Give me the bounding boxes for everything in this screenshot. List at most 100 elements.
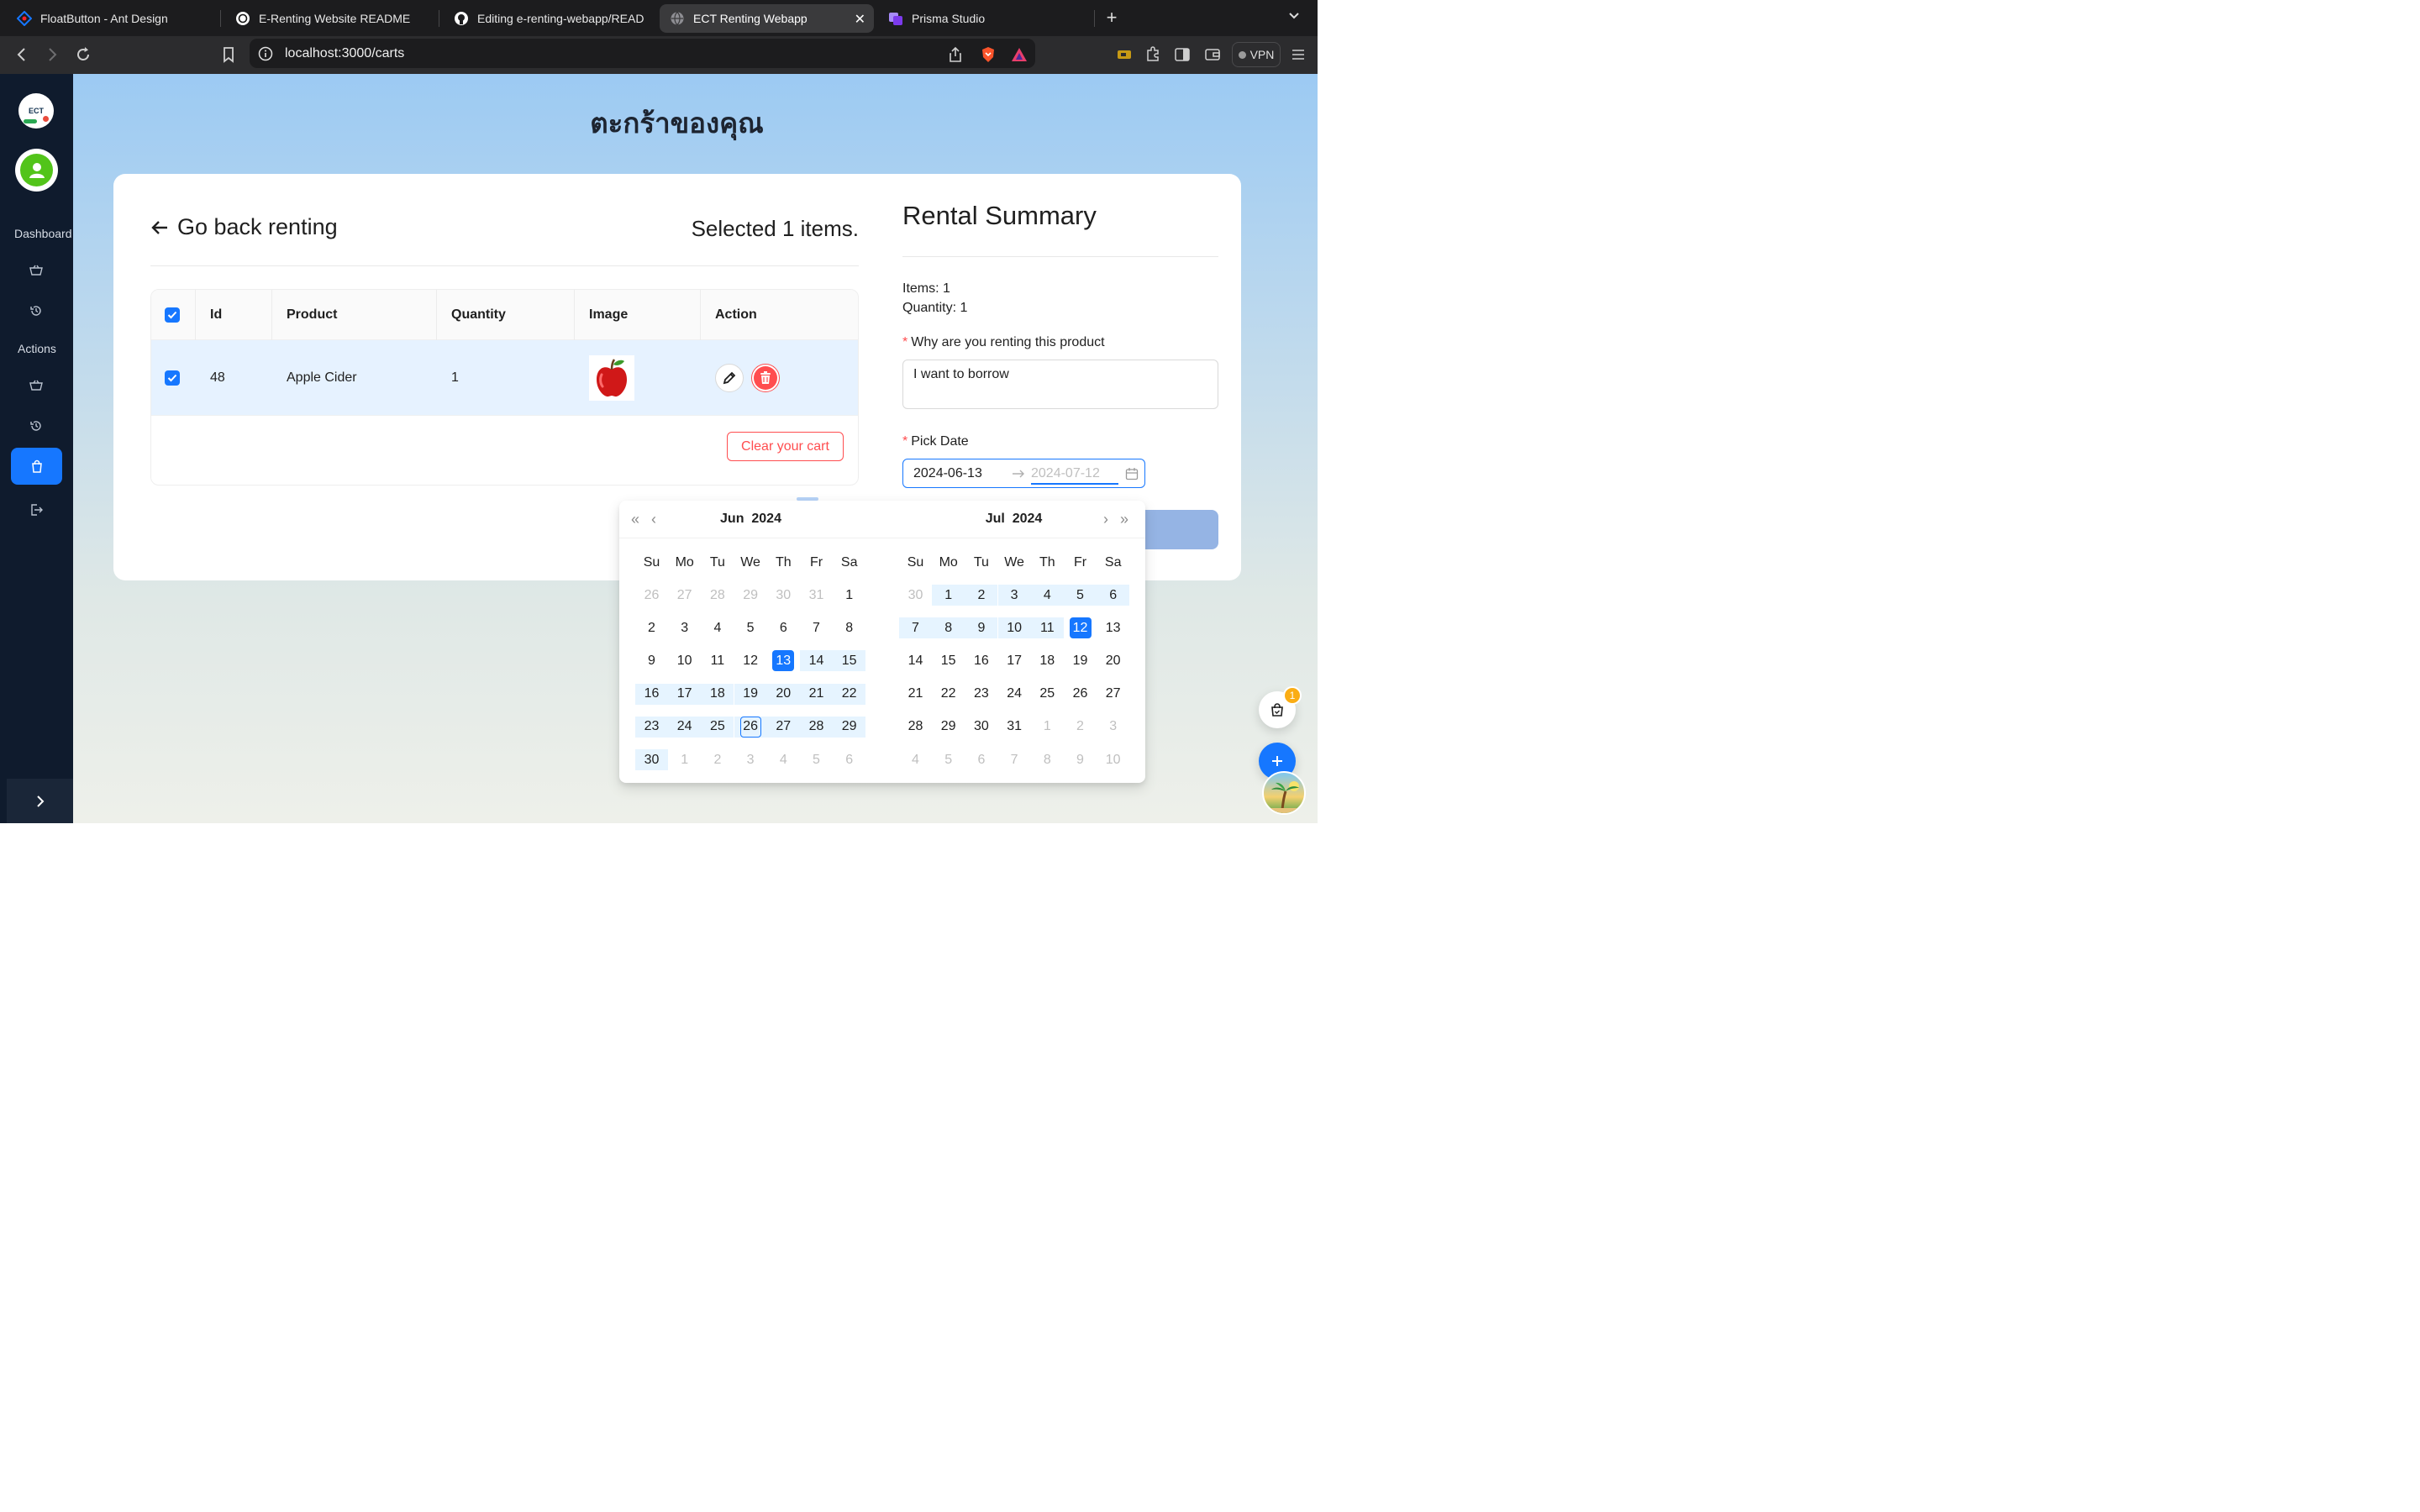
calendar-day[interactable]: 10 — [997, 612, 1031, 644]
sidebar-item-cart[interactable] — [11, 448, 62, 485]
calendar-day[interactable]: 14 — [899, 644, 932, 677]
extension-icon[interactable] — [1116, 46, 1133, 63]
calendar-day[interactable]: 6 — [767, 612, 800, 644]
calendar-day[interactable]: 2 — [965, 579, 998, 612]
calendar-day[interactable]: 24 — [668, 711, 702, 743]
bookmark-icon[interactable] — [218, 45, 239, 65]
calendar-day[interactable]: 26 — [734, 711, 767, 743]
left-month[interactable]: Jun — [720, 512, 744, 527]
calendar-day[interactable]: 28 — [800, 711, 833, 743]
sidebar-collapse-button[interactable] — [7, 779, 73, 823]
calendar-day[interactable]: 29 — [833, 711, 866, 743]
menu-icon[interactable] — [1290, 46, 1307, 63]
calendar-day[interactable]: 11 — [1030, 612, 1064, 644]
tab-ect-renting[interactable]: ECT Renting Webapp ✕ — [660, 4, 874, 33]
calendar-day[interactable]: 29 — [932, 711, 965, 743]
calendar-day[interactable]: 10 — [1097, 743, 1129, 776]
column-header-action[interactable]: Action — [715, 290, 757, 339]
calendar-day[interactable]: 6 — [965, 743, 997, 776]
extensions-puzzle-icon[interactable] — [1144, 46, 1161, 63]
wallet-icon[interactable] — [1204, 46, 1221, 63]
calendar-day[interactable]: 21 — [899, 678, 932, 711]
confirm-rent-button[interactable] — [1144, 510, 1218, 549]
calendar-day[interactable]: 13 — [767, 644, 800, 677]
calendar-day[interactable]: 30 — [767, 579, 800, 612]
history-icon[interactable] — [28, 417, 45, 434]
column-header-id[interactable]: Id — [210, 290, 222, 339]
tab-readme[interactable]: E-Renting Website README — [225, 4, 435, 33]
calendar-day[interactable]: 5 — [1064, 579, 1097, 612]
tab-prisma-studio[interactable]: Prisma Studio — [878, 4, 1088, 33]
clear-cart-button[interactable]: Clear your cart — [727, 432, 844, 461]
calendar-day[interactable]: 1 — [932, 579, 965, 612]
calendar-day[interactable]: 20 — [1097, 644, 1129, 677]
calendar-day[interactable]: 9 — [1064, 743, 1097, 776]
calendar-day[interactable]: 12 — [1064, 612, 1097, 644]
left-year[interactable]: 2024 — [751, 512, 781, 527]
calendar-day[interactable]: 1 — [1031, 711, 1064, 743]
new-tab-button[interactable]: + — [1101, 8, 1123, 29]
calendar-day[interactable]: 3 — [997, 579, 1031, 612]
calendar-day[interactable]: 13 — [1097, 612, 1129, 644]
calendar-day[interactable]: 25 — [701, 711, 734, 743]
calendar-day[interactable]: 8 — [833, 612, 865, 644]
calendar-day[interactable]: 26 — [1064, 678, 1097, 711]
row-checkbox[interactable] — [165, 340, 180, 415]
calendar-day[interactable]: 27 — [668, 579, 701, 612]
calendar-day[interactable]: 30 — [965, 711, 997, 743]
column-header-image[interactable]: Image — [589, 290, 628, 339]
calendar-day[interactable]: 5 — [800, 743, 833, 776]
calendar-day[interactable]: 27 — [766, 711, 800, 743]
end-date-input[interactable]: 2024-07-12 — [1031, 466, 1118, 485]
start-date-input[interactable]: 2024-06-13 — [913, 466, 1006, 481]
calendar-day[interactable]: 1 — [833, 579, 865, 612]
calendar-day[interactable]: 27 — [1097, 678, 1129, 711]
column-header-quantity[interactable]: Quantity — [451, 290, 506, 339]
basket-icon[interactable] — [28, 262, 45, 279]
calendar-day[interactable]: 4 — [899, 743, 932, 776]
tab-github-editing[interactable]: Editing e-renting-webapp/README.md — [444, 4, 654, 33]
calendar-day[interactable]: 15 — [932, 644, 965, 677]
table-row[interactable]: 48 Apple Cider 1 — [151, 340, 858, 416]
avatar[interactable] — [15, 149, 58, 192]
assistant-avatar[interactable] — [1262, 771, 1306, 815]
calendar-day[interactable]: 23 — [965, 678, 997, 711]
brave-rewards-icon[interactable] — [1011, 46, 1028, 63]
calendar-day[interactable]: 14 — [800, 644, 833, 677]
calendar-day[interactable]: 2 — [1064, 711, 1097, 743]
calendar-day[interactable]: 28 — [701, 579, 734, 612]
back-arrow-icon[interactable] — [12, 45, 32, 65]
calendar-day[interactable]: 7 — [899, 612, 932, 644]
tab-floatbutton[interactable]: FloatButton - Ant Design — [7, 4, 217, 33]
calendar-day[interactable]: 6 — [1097, 579, 1130, 612]
calendar-day[interactable]: 1 — [668, 743, 701, 776]
calendar-day[interactable]: 31 — [998, 711, 1031, 743]
calendar-day[interactable]: 4 — [767, 743, 800, 776]
calendar-day[interactable]: 8 — [1031, 743, 1064, 776]
reason-textarea[interactable]: I want to borrow — [902, 360, 1218, 409]
calendar-icon[interactable] — [1125, 467, 1139, 480]
app-logo[interactable]: ECT — [18, 93, 54, 129]
close-tab-icon[interactable]: ✕ — [855, 11, 865, 28]
calendar-day[interactable]: 5 — [734, 612, 767, 644]
calendar-day[interactable]: 9 — [965, 612, 998, 644]
site-info-icon[interactable] — [258, 46, 273, 61]
calendar-day[interactable]: 30 — [635, 743, 668, 776]
calendar-day[interactable]: 18 — [1031, 644, 1064, 677]
address-bar[interactable]: localhost:3000/carts — [250, 39, 1035, 68]
calendar-day[interactable]: 5 — [932, 743, 965, 776]
edit-button[interactable] — [715, 363, 744, 392]
calendar-day[interactable]: 23 — [635, 711, 668, 743]
calendar-day[interactable]: 21 — [800, 678, 833, 711]
go-back-link[interactable]: Go back renting — [150, 214, 338, 240]
calendar-day[interactable]: 30 — [899, 579, 932, 612]
calendar-day[interactable]: 16 — [635, 678, 668, 711]
right-month[interactable]: Jul — [986, 512, 1005, 527]
calendar-day[interactable]: 15 — [833, 644, 866, 677]
calendar-day[interactable]: 18 — [701, 678, 734, 711]
calendar-day[interactable]: 26 — [635, 579, 668, 612]
calendar-day[interactable]: 17 — [668, 678, 702, 711]
calendar-day[interactable]: 11 — [701, 644, 734, 677]
calendar-day[interactable]: 4 — [1030, 579, 1064, 612]
share-icon[interactable] — [947, 46, 964, 63]
